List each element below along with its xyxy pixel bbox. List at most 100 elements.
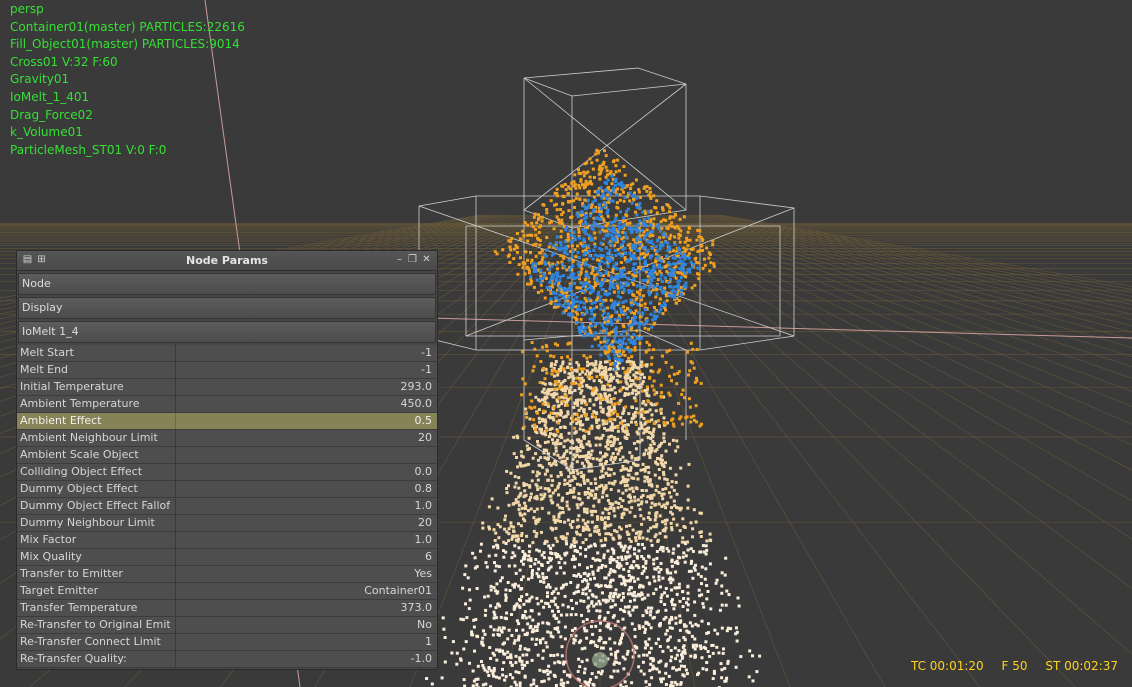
param-row[interactable]: Mix Factor 1.0 — [17, 532, 437, 549]
param-row[interactable]: Ambient Effect 0.5 — [17, 413, 437, 430]
section-display[interactable]: Display — [18, 297, 436, 319]
particle — [647, 348, 651, 352]
param-value[interactable]: 1 — [425, 635, 432, 648]
param-value[interactable]: -1 — [421, 363, 432, 376]
particle — [665, 270, 669, 274]
param-row[interactable]: Transfer to Emitter Yes — [17, 566, 437, 583]
particle — [711, 239, 715, 243]
particle — [657, 263, 661, 267]
particle — [674, 570, 678, 574]
particle — [573, 455, 577, 459]
param-row[interactable]: Dummy Neighbour Limit 20 — [17, 515, 437, 532]
param-row[interactable]: Ambient Neighbour Limit 20 — [17, 430, 437, 447]
restore-icon[interactable]: ❐ — [407, 254, 418, 265]
particle — [607, 512, 611, 515]
particle — [644, 308, 648, 312]
particle — [593, 245, 597, 249]
particle — [617, 502, 621, 505]
particle — [554, 299, 558, 303]
particle — [678, 256, 682, 260]
param-row[interactable]: Melt Start -1 — [17, 345, 437, 362]
particle — [572, 471, 575, 475]
panel-titlebar[interactable]: ▤ ⊞ Node Params – ❐ ✕ — [17, 251, 437, 271]
param-row[interactable]: Ambient Scale Object — [17, 447, 437, 464]
particle — [587, 451, 590, 455]
param-value[interactable]: Yes — [414, 567, 432, 580]
particle — [561, 603, 565, 607]
particle — [652, 575, 656, 579]
param-value[interactable]: Container01 — [364, 584, 432, 597]
param-row[interactable]: Initial Temperature 293.0 — [17, 379, 437, 396]
param-value[interactable]: No — [417, 618, 432, 631]
particle — [670, 506, 673, 510]
param-value[interactable]: 0.5 — [415, 414, 433, 427]
particle — [561, 311, 565, 315]
particle — [528, 447, 531, 451]
particle — [573, 541, 577, 545]
particle — [660, 304, 664, 308]
particle — [581, 518, 585, 522]
particle — [645, 427, 649, 431]
particle — [652, 276, 656, 280]
particle — [557, 482, 561, 486]
particle — [582, 229, 586, 233]
param-row[interactable]: Re-Transfer Connect Limit 1 — [17, 634, 437, 651]
param-value[interactable]: 0.0 — [415, 465, 433, 478]
particle — [627, 392, 631, 396]
particle — [505, 611, 509, 615]
particle — [598, 602, 602, 606]
particle — [503, 527, 507, 531]
param-value[interactable]: 293.0 — [401, 380, 433, 393]
param-row[interactable]: Colliding Object Effect 0.0 — [17, 464, 437, 481]
grid-line — [667, 214, 1132, 357]
param-value[interactable]: 1.0 — [415, 499, 433, 512]
close-icon[interactable]: ✕ — [421, 254, 432, 265]
particle — [524, 493, 528, 497]
3d-viewport[interactable]: persp Container01(master) PARTICLES:22616… — [0, 0, 1132, 687]
particle — [497, 633, 501, 637]
node-params-panel[interactable]: ▤ ⊞ Node Params – ❐ ✕ Node Display IoMel… — [16, 250, 438, 670]
particle — [659, 383, 663, 387]
param-value[interactable]: 6 — [425, 550, 432, 563]
param-value[interactable]: -1 — [421, 346, 432, 359]
param-value[interactable]: 20 — [418, 516, 432, 529]
particle — [668, 491, 671, 495]
particle — [611, 236, 615, 240]
param-row[interactable]: Ambient Temperature 450.0 — [17, 396, 437, 413]
particle — [657, 623, 661, 627]
param-value[interactable]: 373.0 — [401, 601, 433, 614]
particle — [622, 240, 626, 244]
param-row[interactable]: Mix Quality 6 — [17, 549, 437, 566]
param-row[interactable]: Dummy Object Effect 0.8 — [17, 481, 437, 498]
particle — [537, 213, 540, 217]
param-value[interactable]: 0.8 — [415, 482, 433, 495]
particle — [489, 604, 492, 608]
param-row[interactable]: Dummy Object Effect Falloff 1.0 — [17, 498, 437, 515]
particle — [495, 658, 499, 662]
particle — [711, 243, 715, 247]
param-row[interactable]: Re-Transfer to Original Emitter No — [17, 617, 437, 634]
param-value[interactable]: 1.0 — [415, 533, 433, 546]
section-node[interactable]: Node — [18, 273, 436, 295]
particle — [612, 186, 616, 190]
particle — [587, 249, 591, 253]
minimize-icon[interactable]: – — [394, 254, 405, 265]
param-row[interactable]: Melt End -1 — [17, 362, 437, 379]
param-row[interactable]: Transfer Temperature 373.0 — [17, 600, 437, 617]
particle — [507, 484, 510, 488]
particle — [534, 496, 538, 500]
section-iomelt[interactable]: IoMelt 1_4 — [18, 321, 436, 343]
particle — [619, 416, 623, 420]
param-value[interactable]: 450.0 — [401, 397, 433, 410]
param-row[interactable]: Target Emitter Container01 — [17, 583, 437, 600]
grid-line — [699, 214, 1132, 305]
particle — [621, 475, 625, 479]
particle — [595, 321, 599, 325]
param-value[interactable]: 20 — [418, 431, 432, 444]
particle — [475, 587, 479, 590]
wire-edge — [523, 67, 687, 97]
particle — [654, 245, 658, 249]
particle — [609, 397, 613, 401]
param-row[interactable]: Re-Transfer Quality: -1.0 — [17, 651, 437, 668]
param-value[interactable]: -1.0 — [411, 652, 432, 665]
